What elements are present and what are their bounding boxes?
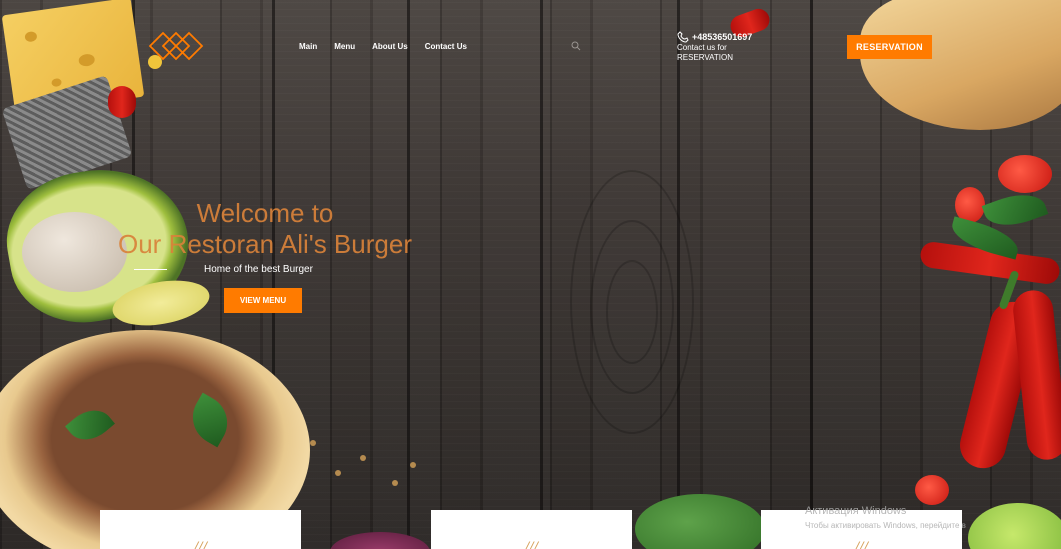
- hero-divider: [134, 269, 167, 270]
- tomato-decoration: [915, 475, 949, 505]
- activation-text: Чтобы активировать Windows, перейдите в: [805, 521, 966, 530]
- nav-item-menu[interactable]: Menu: [334, 42, 355, 51]
- header-contact: +48536501697 Contact us for RESERVATION: [677, 31, 752, 63]
- crumb-decoration: [392, 480, 398, 486]
- feature-card[interactable]: ///: [431, 510, 632, 549]
- feature-card[interactable]: ///: [100, 510, 301, 549]
- feature-card-icon: ///: [854, 540, 869, 549]
- nav-item-about-us[interactable]: About Us: [372, 42, 408, 51]
- contact-phone[interactable]: +48536501697: [692, 32, 752, 42]
- feature-card-icon: ///: [524, 540, 539, 549]
- crumb-decoration: [410, 462, 416, 468]
- wood-plank-seam: [540, 0, 543, 549]
- page: Main Menu About Us Contact Us +485365016…: [0, 0, 1061, 549]
- reservation-button[interactable]: RESERVATION: [847, 35, 932, 59]
- lime-decoration: [968, 503, 1061, 549]
- hero-title-line-2: Our Restoran Ali's Burger: [118, 229, 412, 259]
- main-nav: Main Menu About Us Contact Us: [299, 42, 484, 51]
- contact-line-2: RESERVATION: [677, 53, 734, 62]
- cucumber-decoration: [635, 494, 765, 549]
- crumb-decoration: [335, 470, 341, 476]
- tomato-decoration: [998, 155, 1052, 193]
- hero-subtitle: Home of the best Burger: [204, 264, 313, 275]
- nav-item-main[interactable]: Main: [299, 42, 317, 51]
- hero-title-line-1: Welcome to: [196, 198, 334, 228]
- nav-item-contact-us[interactable]: Contact Us: [425, 42, 467, 51]
- taco-decoration: [860, 0, 1061, 130]
- logo-icon[interactable]: [146, 26, 206, 66]
- windows-activation-watermark: Активация Windows Чтобы активировать Win…: [805, 505, 966, 530]
- chili-decoration: [108, 86, 136, 118]
- crumb-decoration: [310, 440, 316, 446]
- wood-knot: [606, 260, 658, 364]
- hero-title: Welcome to Our Restoran Ali's Burger: [100, 198, 430, 260]
- wood-plank-seam: [810, 0, 813, 549]
- onion-decoration: [330, 532, 430, 549]
- contact-line-1: Contact us for: [677, 43, 727, 52]
- search-icon[interactable]: [571, 41, 581, 51]
- crumb-decoration: [360, 455, 366, 461]
- phone-icon: [677, 31, 689, 43]
- activation-title: Активация Windows: [805, 505, 907, 517]
- view-menu-button[interactable]: VIEW MENU: [224, 288, 302, 313]
- feature-card-icon: ///: [193, 540, 208, 549]
